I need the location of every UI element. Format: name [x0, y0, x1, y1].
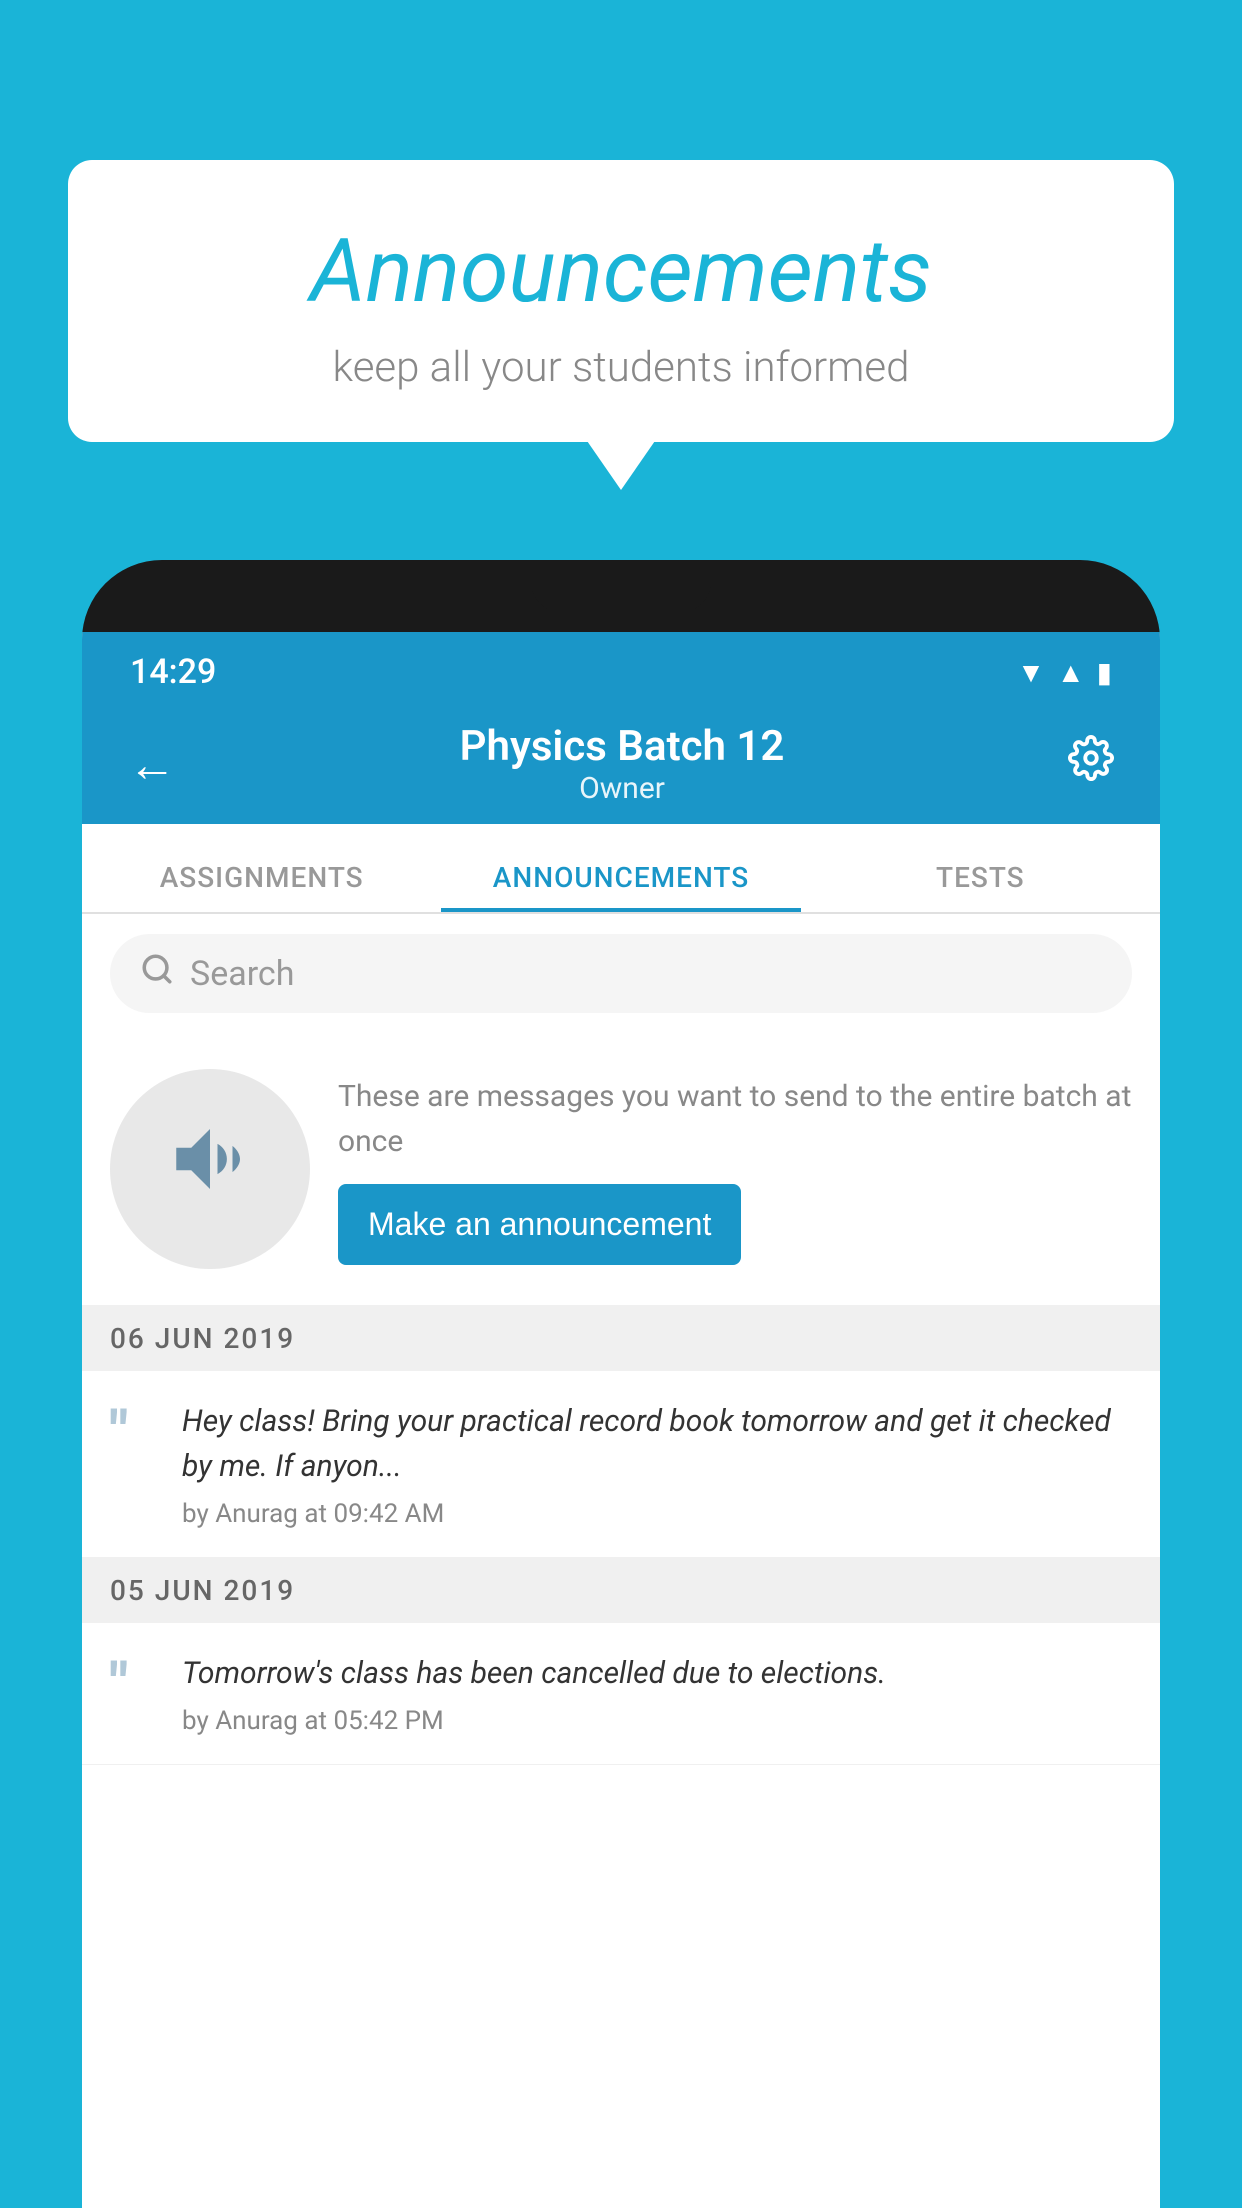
make-announcement-button[interactable]: Make an announcement [338, 1184, 741, 1265]
tab-announcements[interactable]: ANNOUNCEMENTS [441, 861, 800, 912]
announcement-text-wrap-1: Hey class! Bring your practical record b… [182, 1399, 1132, 1529]
app-bar-subtitle: Owner [460, 771, 785, 806]
tabs: ASSIGNMENTS ANNOUNCEMENTS TESTS [82, 824, 1160, 914]
phone-body: 14:29 ▼ ▲ ▮ ← Physics Batch 12 Owner [82, 632, 1160, 2208]
settings-button[interactable] [1058, 725, 1124, 803]
search-input-wrap[interactable]: Search [110, 934, 1132, 1013]
speech-bubble-container: Announcements keep all your students inf… [68, 160, 1174, 442]
tab-assignments[interactable]: ASSIGNMENTS [82, 861, 441, 912]
announcement-desc: These are messages you want to send to t… [338, 1074, 1132, 1164]
announcement-text-wrap-2: Tomorrow's class has been cancelled due … [182, 1651, 1132, 1736]
bubble-title: Announcements [108, 220, 1134, 323]
announcement-right: These are messages you want to send to t… [338, 1074, 1132, 1265]
phone-notch [531, 560, 711, 612]
status-time: 14:29 [130, 652, 216, 692]
back-button[interactable]: ← [118, 726, 186, 803]
bubble-subtitle: keep all your students informed [108, 343, 1134, 392]
date-separator-1: 06 JUN 2019 [82, 1306, 1160, 1371]
announcement-item-1: " Hey class! Bring your practical record… [82, 1371, 1160, 1558]
announcement-text-1: Hey class! Bring your practical record b… [182, 1399, 1132, 1489]
content-area: Search These are messages you want to se… [82, 914, 1160, 2208]
megaphone-icon [165, 1114, 255, 1224]
app-bar-title: Physics Batch 12 [460, 722, 785, 771]
quote-icon-2: " [110, 1655, 158, 1711]
search-icon [140, 952, 174, 995]
speech-bubble: Announcements keep all your students inf… [68, 160, 1174, 442]
megaphone-circle [110, 1069, 310, 1269]
search-bar: Search [82, 914, 1160, 1033]
battery-icon: ▮ [1097, 656, 1112, 689]
app-bar-center: Physics Batch 12 Owner [460, 722, 785, 806]
quote-icon-1: " [110, 1403, 158, 1459]
search-placeholder: Search [190, 954, 294, 994]
announcement-item-2: " Tomorrow's class has been cancelled du… [82, 1623, 1160, 1765]
announcement-author-1: by Anurag at 09:42 AM [182, 1499, 1132, 1529]
tab-tests[interactable]: TESTS [801, 861, 1160, 912]
announcement-author-2: by Anurag at 05:42 PM [182, 1706, 1132, 1736]
wifi-icon: ▼ [1017, 656, 1045, 689]
phone-mockup: 14:29 ▼ ▲ ▮ ← Physics Batch 12 Owner [82, 560, 1160, 2208]
signal-icon: ▲ [1057, 656, 1085, 689]
announcement-prompt: These are messages you want to send to t… [82, 1033, 1160, 1306]
status-icons: ▼ ▲ ▮ [1017, 656, 1112, 689]
status-bar: 14:29 ▼ ▲ ▮ [82, 632, 1160, 704]
date-separator-2: 05 JUN 2019 [82, 1558, 1160, 1623]
announcement-text-2: Tomorrow's class has been cancelled due … [182, 1651, 1132, 1696]
app-bar: ← Physics Batch 12 Owner [82, 704, 1160, 824]
